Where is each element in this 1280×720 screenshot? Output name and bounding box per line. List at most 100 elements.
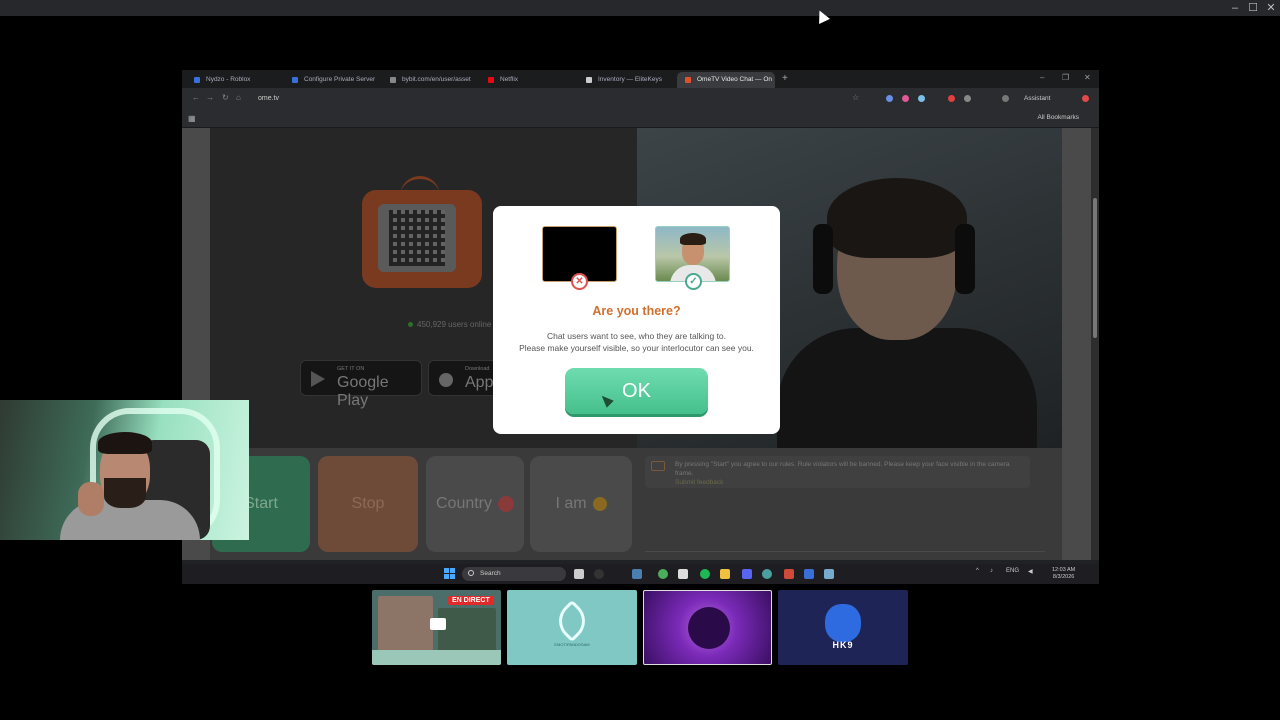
scene-thumbnail-hk9[interactable]: HK9 [778, 590, 908, 665]
tray-chevron-icon[interactable]: ^ [976, 568, 979, 574]
taskbar-search[interactable]: Search [462, 567, 566, 581]
language-indicator[interactable]: ENG [1006, 568, 1019, 574]
google-play-icon [311, 371, 325, 387]
forward-arrow-icon[interactable]: → [206, 93, 214, 102]
app-icon[interactable] [804, 569, 814, 579]
all-bookmarks-button[interactable]: All Bookmarks [1037, 114, 1079, 121]
ok-button[interactable]: OK [565, 368, 708, 414]
roblox-favicon-icon [292, 77, 298, 83]
users-online-count: 450,929 users online [408, 320, 491, 329]
users-online-text: 450,929 users online [417, 320, 492, 329]
scene-thumbnail-brand[interactable]: EMOTIPANDOSAM [507, 590, 637, 665]
extension-icon[interactable] [902, 95, 909, 102]
tab-label: bybit.com/en/user/asset [402, 76, 471, 83]
page-scrollbar[interactable] [1091, 128, 1099, 560]
tab-label: Nydzo - Roblox [206, 76, 251, 83]
windows-start-icon[interactable] [444, 568, 456, 580]
browser-close-icon[interactable]: ✕ [1084, 73, 1091, 82]
apple-icon [439, 373, 453, 387]
headset-icon [813, 224, 833, 294]
extension-icon[interactable] [918, 95, 925, 102]
ometv-favicon-icon [685, 77, 691, 83]
bybit-favicon-icon [390, 77, 396, 83]
rules-notice: By pressing "Start" you agree to our rul… [645, 456, 1030, 488]
tab-bybit[interactable]: bybit.com/en/user/asset [382, 72, 477, 88]
spotify-icon[interactable] [700, 569, 710, 579]
streamer-hand [78, 482, 104, 516]
emoji-icon [592, 497, 607, 511]
calendar-icon[interactable] [678, 569, 688, 579]
maximize-button[interactable]: ☐ [1244, 1, 1262, 15]
chat-input[interactable] [645, 551, 1045, 552]
google-play-badge[interactable]: GET IT ON Google Play [300, 360, 422, 409]
chat-area: By pressing "Start" you agree to our rul… [637, 448, 1062, 560]
system-clock[interactable]: 12:03 AM 8/3/2026 [1052, 567, 1075, 581]
apps-grid-icon[interactable]: ▦ [188, 114, 196, 123]
extension-icon[interactable] [964, 95, 971, 102]
stop-button[interactable]: Stop [318, 456, 418, 552]
controls-area: Start Stop Country I am [210, 448, 637, 560]
profile-avatar-icon[interactable] [1082, 95, 1089, 102]
tab-roblox[interactable]: Nydzo - Roblox [186, 72, 281, 88]
store-big-text: Google Play [337, 374, 389, 409]
streamer-webcam [0, 400, 249, 540]
country-button[interactable]: Country [426, 456, 524, 552]
address-bar[interactable]: ome.tv [252, 92, 832, 106]
home-icon[interactable]: ⌂ [236, 93, 241, 102]
task-view-icon[interactable] [574, 569, 584, 579]
scene-thumbnail-purple[interactable] [643, 590, 772, 665]
browser-restore-icon[interactable]: ❐ [1062, 73, 1069, 82]
app-icon[interactable] [594, 569, 604, 579]
helmet-avatar-icon [825, 604, 861, 642]
microphone-icon[interactable]: ♪ [990, 568, 993, 574]
app-icon[interactable] [784, 569, 794, 579]
back-arrow-icon[interactable]: ← [192, 93, 200, 102]
windows-taskbar: Search ^ ♪ ENG ◀ 12:03 AM 8/3/2026 [182, 564, 1099, 584]
url-text: ome.tv [258, 95, 280, 102]
tv-qr-logo-icon [362, 190, 482, 288]
clock-date: 8/3/2026 [1052, 574, 1075, 580]
scrollbar-thumb[interactable] [1093, 198, 1097, 338]
thumb-hair [680, 233, 706, 245]
tab-netflix[interactable]: Netflix [480, 72, 575, 88]
extension-icon[interactable] [886, 95, 893, 102]
new-tab-button[interactable]: + [782, 72, 788, 86]
bookmark-star-icon[interactable]: ☆ [852, 93, 859, 102]
close-button[interactable]: ✕ [1262, 1, 1280, 15]
tab-inventory[interactable]: Inventory — EliteKeys [578, 72, 673, 88]
dialog-title: Are you there? [592, 304, 681, 318]
scene-thumbnail-live[interactable]: EN DIRECT [372, 590, 501, 665]
volume-icon[interactable]: ◀ [1028, 568, 1033, 575]
i-am-label: I am [555, 495, 587, 512]
chat-bubble-icon [430, 618, 446, 630]
app-store-badge[interactable]: Download App [428, 360, 498, 396]
minimize-button[interactable]: – [1226, 1, 1244, 15]
puzzle-icon[interactable] [1002, 95, 1009, 102]
edge-icon[interactable] [762, 569, 772, 579]
ometv-page: 450,929 users online GET IT ON Google Pl… [182, 128, 1099, 560]
tab-private-server[interactable]: Configure Private Server [284, 72, 379, 88]
target-icon [498, 496, 515, 512]
store-small-text: GET IT ON [337, 366, 365, 372]
assistant-button[interactable]: Assistant [1024, 92, 1050, 106]
extension-icon[interactable] [948, 95, 955, 102]
steam-icon[interactable] [632, 569, 642, 579]
chrome-icon[interactable] [658, 569, 668, 579]
are-you-there-dialog: ✕ ✓ Are you there? Chat users want to se… [493, 206, 780, 434]
live-badge: EN DIRECT [448, 596, 494, 605]
elitekeys-favicon-icon [586, 77, 592, 83]
reload-icon[interactable]: ↻ [222, 93, 229, 102]
bookmarks-bar: ▦ All Bookmarks [182, 110, 1099, 128]
i-am-button[interactable]: I am [530, 456, 632, 552]
dialog-line-1: Chat users want to see, who they are tal… [546, 331, 727, 341]
browser-minimize-icon[interactable]: – [1040, 73, 1044, 82]
tab-ometv[interactable]: OmeTV Video Chat — On [677, 72, 775, 88]
scene-controls-strip [372, 650, 501, 665]
discord-icon[interactable] [742, 569, 752, 579]
tab-label: Inventory — EliteKeys [598, 76, 662, 83]
folder-icon[interactable] [720, 569, 730, 579]
app-icon[interactable] [824, 569, 834, 579]
tab-label: OmeTV Video Chat — On [697, 76, 773, 83]
start-label: Start [244, 495, 278, 512]
feedback-link[interactable]: Submit feedback [675, 478, 1024, 487]
